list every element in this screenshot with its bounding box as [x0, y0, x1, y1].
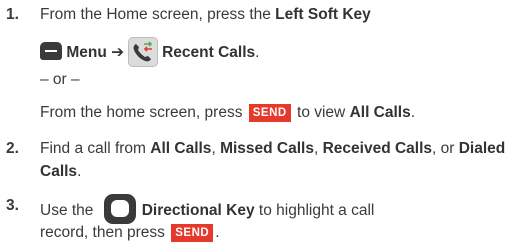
all-calls-label: All Calls — [150, 140, 212, 157]
step-text-segment: to view — [292, 104, 350, 121]
step-text-segment: , — [313, 140, 323, 157]
step-text-segment: . — [215, 224, 220, 241]
step-text: From the home screen, press SEND to view… — [40, 103, 415, 123]
arrow-icon: ➔ — [111, 44, 125, 62]
step-text-segment: . — [77, 163, 82, 180]
step-text: record, then press SEND. — [40, 223, 220, 243]
menu-label: Menu — [66, 44, 107, 62]
send-key-icon: SEND — [171, 224, 214, 242]
step-text: Find a call from All Calls, Missed Calls… — [40, 139, 505, 159]
dialed-calls-label: Dialed — [458, 140, 506, 157]
step-text-segment: , — [211, 140, 221, 157]
directional-key-label: Directional Key — [141, 202, 255, 220]
step-text-segment: From the home screen, press — [40, 104, 247, 121]
dialed-calls-label-cont: Calls — [40, 163, 78, 180]
all-calls-label: All Calls — [349, 104, 411, 121]
step-text-segment: . — [410, 104, 416, 121]
directional-key-icon — [103, 194, 136, 224]
left-soft-key-label: Left Soft Key — [275, 6, 371, 23]
left-soft-key-icon — [40, 42, 62, 60]
step-number: 3. — [6, 197, 19, 214]
step-text-segment: Find a call from — [40, 140, 151, 157]
step-text: Use the Directional Key to highlight a c… — [40, 194, 375, 226]
received-calls-label: Received Calls — [322, 140, 433, 157]
missed-calls-label: Missed Calls — [220, 140, 314, 157]
step-text: Menu ➔ Recent Calls. — [40, 37, 260, 68]
step-number: 1. — [6, 6, 19, 23]
step-text: Calls. — [40, 162, 81, 182]
step-text: From the Home screen, press the Left Sof… — [40, 5, 371, 25]
step-text-segment: record, then press — [40, 224, 170, 241]
step-number: 2. — [6, 140, 19, 157]
step-text-segment: to highlight a call — [254, 202, 375, 220]
step-text-segment: . — [255, 44, 260, 62]
recent-calls-icon — [128, 37, 159, 67]
step-text-segment: , or — [432, 140, 459, 157]
or-separator: – or – — [40, 71, 80, 88]
send-key-icon: SEND — [248, 104, 291, 122]
step-text-segment: Use the — [40, 202, 98, 220]
step-text-segment: From the Home screen, press the — [40, 6, 276, 23]
recent-calls-label: Recent Calls — [162, 44, 256, 62]
